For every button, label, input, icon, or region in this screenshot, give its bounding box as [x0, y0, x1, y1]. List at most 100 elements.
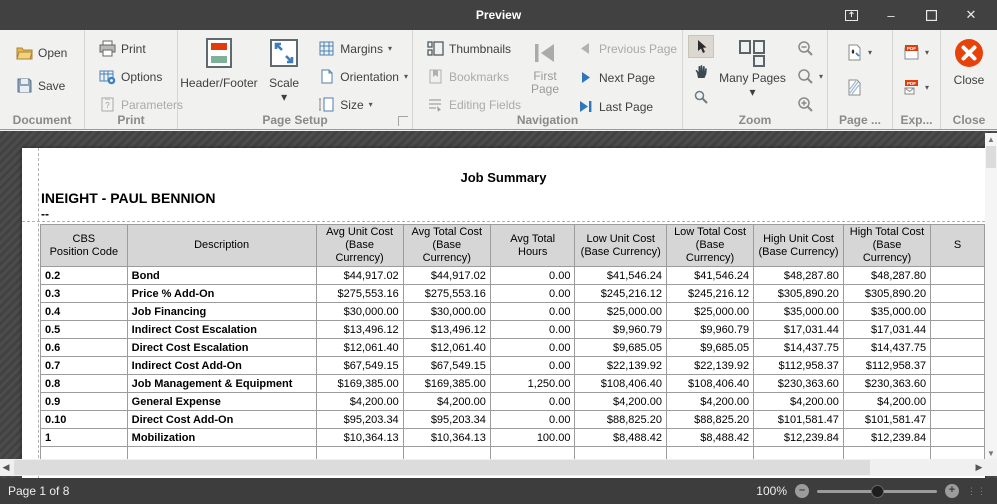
value-cell: [931, 429, 985, 447]
zoom-in-status-button[interactable]: +: [945, 484, 959, 498]
page-background-button[interactable]: ▾: [842, 42, 892, 63]
value-cell: [931, 375, 985, 393]
scale-dropdown-arrow: ▾: [281, 90, 287, 104]
options-button[interactable]: Options: [95, 66, 177, 87]
value-cell: $9,960.79: [666, 321, 753, 339]
page-background-icon: [846, 44, 863, 61]
value-cell: $112,958.37: [754, 357, 844, 375]
description-cell: Direct Cost Add-On: [127, 411, 316, 429]
horizontal-scroll-thumb[interactable]: [14, 460, 870, 475]
zoom-dropdown-arrow: ▾: [819, 72, 823, 81]
page-setup-dialog-launcher[interactable]: [398, 116, 408, 126]
send-via-email-button[interactable]: PDF ▾: [899, 77, 940, 98]
save-button[interactable]: Save: [12, 75, 84, 96]
scroll-up-icon[interactable]: ▲: [985, 133, 997, 146]
value-cell: [931, 267, 985, 285]
value-cell: $25,000.00: [575, 303, 666, 321]
value-cell: $14,437.75: [754, 339, 844, 357]
table-row: 0.3Price % Add-On$275,553.16$275,553.160…: [41, 285, 985, 303]
margins-button[interactable]: Margins▾: [314, 38, 412, 59]
parameters-button[interactable]: ? Parameters: [95, 94, 177, 115]
value-cell: $112,958.37: [843, 357, 930, 375]
cbs-code-cell: 0.7: [41, 357, 128, 375]
orientation-button[interactable]: Orientation▾: [314, 66, 412, 87]
zoom-slider[interactable]: [817, 490, 937, 493]
value-cell: $48,287.80: [754, 267, 844, 285]
column-header: Low Unit Cost (Base Currency): [575, 225, 666, 267]
thumbnails-button[interactable]: Thumbnails: [423, 38, 521, 59]
scroll-left-icon[interactable]: ◀: [0, 462, 12, 473]
zoom-slider-thumb[interactable]: [871, 485, 884, 498]
ribbon: Open Save Document Print Options: [0, 30, 997, 130]
next-page-icon: [577, 69, 594, 86]
column-header: High Total Cost (Base Currency): [843, 225, 930, 267]
value-cell: $245,216.12: [575, 285, 666, 303]
first-page-icon: [532, 40, 558, 66]
zoom-in-icon: [797, 96, 814, 113]
value-cell: $88,825.20: [666, 411, 753, 429]
group-label-page-setup: Page Setup: [178, 113, 412, 127]
bookmarks-button[interactable]: Bookmarks: [423, 66, 521, 87]
table-row: 0.7Indirect Cost Add-On$67,549.15$67,549…: [41, 357, 985, 375]
size-icon: [318, 96, 335, 113]
close-preview-button[interactable]: Close: [941, 30, 997, 87]
export-pdf-icon: PDF: [903, 44, 920, 61]
size-button[interactable]: Size▾: [314, 94, 412, 115]
next-page-button[interactable]: Next Page: [573, 67, 681, 88]
value-cell: $95,203.34: [316, 411, 403, 429]
orientation-icon: [318, 68, 335, 85]
scroll-right-icon[interactable]: ▶: [973, 462, 985, 473]
cbs-code-cell: 0.4: [41, 303, 128, 321]
document-area: Job Summary INEIGHT - PAUL BENNION -- CB…: [0, 131, 997, 478]
svg-text:?: ?: [105, 101, 110, 110]
value-cell: $101,581.47: [843, 411, 930, 429]
value-cell: $4,200.00: [316, 393, 403, 411]
value-cell: $169,385.00: [403, 375, 490, 393]
export-document-button[interactable]: PDF ▾: [899, 42, 940, 63]
zoom-out-icon: [797, 40, 814, 57]
previous-page-button[interactable]: Previous Page: [573, 38, 681, 59]
pointer-tool-button[interactable]: [688, 35, 714, 58]
print-button[interactable]: Print: [95, 38, 177, 59]
table-row: 0.9General Expense$4,200.00$4,200.000.00…: [41, 393, 985, 411]
close-window-button[interactable]: ✕: [951, 0, 991, 30]
cbs-code-cell: 1: [41, 429, 128, 447]
description-cell: Mobilization: [127, 429, 316, 447]
table-row: 0.2Bond$44,917.02$44,917.020.00$41,546.2…: [41, 267, 985, 285]
value-cell: $30,000.00: [403, 303, 490, 321]
value-cell: $95,203.34: [403, 411, 490, 429]
zoom-out-status-button[interactable]: –: [795, 484, 809, 498]
maximize-button[interactable]: [911, 0, 951, 30]
table-row: 0.6Direct Cost Escalation$12,061.40$12,0…: [41, 339, 985, 357]
minimize-button[interactable]: –: [871, 0, 911, 30]
float-window-icon[interactable]: [831, 0, 871, 30]
ribbon-group-close: Close Close: [941, 30, 997, 129]
table-header-row: CBS Position CodeDescriptionAvg Unit Cos…: [41, 225, 985, 267]
vertical-scroll-thumb[interactable]: [986, 146, 996, 168]
hand-tool-button[interactable]: [688, 60, 714, 83]
value-cell: 0.00: [490, 411, 575, 429]
email-pdf-icon: PDF: [903, 79, 920, 96]
open-button[interactable]: Open: [12, 42, 84, 63]
zoom-out-button[interactable]: [793, 38, 827, 59]
watermark-icon: [846, 79, 863, 96]
horizontal-scrollbar[interactable]: ◀ ▶: [0, 459, 997, 476]
vertical-scrollbar[interactable]: ▲ ▼: [985, 133, 997, 460]
resize-grip-icon[interactable]: ⋮⋮: [967, 486, 987, 497]
description-cell: Job Management & Equipment: [127, 375, 316, 393]
close-icon: [953, 37, 985, 69]
value-cell: $9,685.05: [666, 339, 753, 357]
editing-fields-button[interactable]: Editing Fields: [423, 94, 521, 115]
title-bar: Preview – ✕: [0, 0, 997, 30]
zoom-level-button[interactable]: ▾: [793, 66, 827, 87]
hand-icon: [694, 64, 708, 79]
value-cell: [931, 411, 985, 429]
zoom-in-button[interactable]: [793, 94, 827, 115]
value-cell: $44,917.02: [403, 267, 490, 285]
value-cell: 0.00: [490, 339, 575, 357]
watermark-button[interactable]: [842, 77, 892, 98]
value-cell: 0.00: [490, 321, 575, 339]
printer-icon: [99, 40, 116, 57]
magnifier-tool-button[interactable]: [688, 85, 714, 108]
value-cell: $14,437.75: [843, 339, 930, 357]
